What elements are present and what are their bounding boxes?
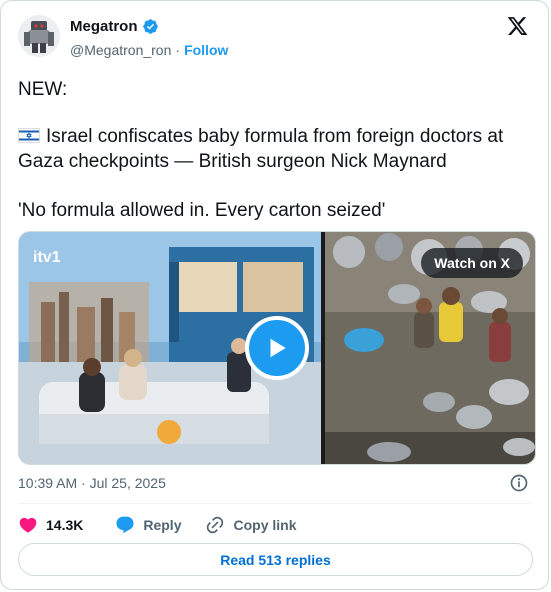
divider xyxy=(18,503,531,504)
separator-dot: · xyxy=(175,42,181,58)
author-handle[interactable]: @Megatron_ron xyxy=(70,42,171,58)
video-thumbnail[interactable]: itv1 Watch on X xyxy=(18,231,536,465)
copy-link-button[interactable]: Copy link xyxy=(205,515,297,535)
like-button[interactable]: 14.3K xyxy=(18,515,83,535)
handle-row: @Megatron_ron · Follow xyxy=(70,42,228,58)
israel-flag-icon xyxy=(18,128,40,143)
follow-button[interactable]: Follow xyxy=(184,42,228,58)
read-replies-button[interactable]: Read 513 replies xyxy=(18,543,533,576)
x-logo-icon[interactable] xyxy=(506,15,529,37)
link-icon xyxy=(207,516,224,534)
post-text-line-2b: Gaza checkpoints — British surgeon Nick … xyxy=(18,151,447,172)
play-icon xyxy=(270,338,286,358)
post-timestamp[interactable]: 10:39 AM · Jul 25, 2025 xyxy=(18,475,166,491)
info-icon[interactable] xyxy=(509,473,529,493)
play-button[interactable] xyxy=(245,316,309,380)
reply-label: Reply xyxy=(143,517,182,533)
tv-logo: itv1 xyxy=(33,249,61,266)
avatar[interactable] xyxy=(18,15,60,57)
reply-button[interactable]: Reply xyxy=(115,515,181,535)
verified-badge-icon xyxy=(142,19,158,34)
post-text-line-1: NEW: xyxy=(18,79,68,100)
reply-bubble-icon xyxy=(116,516,134,534)
author-name[interactable]: Megatron xyxy=(70,18,138,35)
action-bar: 14.3K Reply Copy link xyxy=(18,513,297,537)
post-card: Megatron @Megatron_ron · Follow NEW: Isr… xyxy=(0,0,549,590)
heart-icon xyxy=(19,517,37,533)
post-text-line-2a: Israel confiscates baby formula from for… xyxy=(46,126,504,147)
copy-link-label: Copy link xyxy=(233,517,297,533)
watch-on-x-label[interactable]: Watch on X xyxy=(421,248,523,278)
author-name-row[interactable]: Megatron xyxy=(70,18,159,35)
post-text-line-2: Israel confiscates baby formula from for… xyxy=(18,124,538,174)
like-count: 14.3K xyxy=(46,517,84,533)
post-text-line-3: 'No formula allowed in. Every carton sei… xyxy=(18,200,386,221)
